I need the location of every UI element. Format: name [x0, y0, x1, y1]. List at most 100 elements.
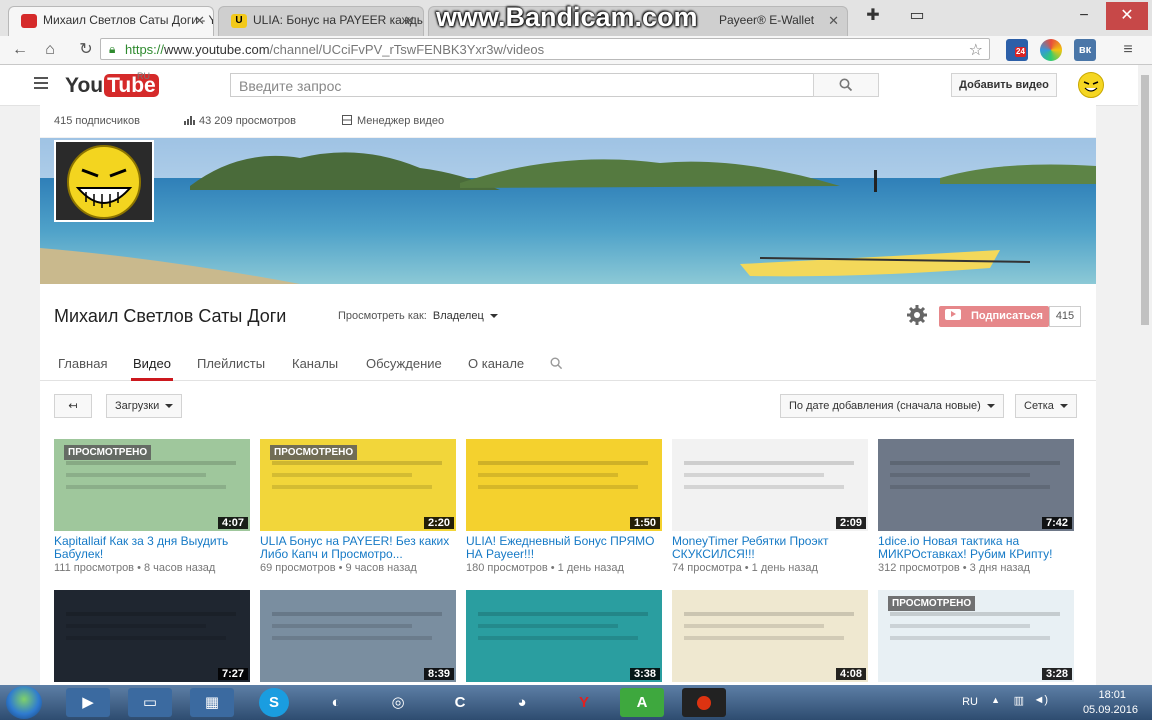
- search-button[interactable]: [813, 73, 879, 97]
- channel-avatar[interactable]: [54, 140, 154, 222]
- subscribe-button[interactable]: Подписаться: [939, 306, 1049, 327]
- tab-about[interactable]: О канале: [468, 356, 524, 371]
- close-tab-icon[interactable]: ✕: [194, 13, 205, 29]
- extension-icon[interactable]: 24: [1006, 39, 1028, 61]
- extension-color-icon[interactable]: [1040, 39, 1062, 61]
- tab-channels[interactable]: Каналы: [292, 356, 338, 371]
- video-meta: 69 просмотров • 9 часов назад: [260, 562, 417, 574]
- video-thumbnail[interactable]: 2:09: [672, 439, 868, 531]
- scrollbar-thumb[interactable]: [1141, 75, 1149, 325]
- bandicam-record-icon[interactable]: [682, 688, 726, 717]
- file-explorer-icon[interactable]: ▭: [128, 688, 172, 717]
- opera-icon[interactable]: ◎: [376, 688, 420, 717]
- video-card[interactable]: ПРОСМОТРЕНО 4:07 Kapitallaif Как за 3 дня …: [54, 439, 250, 574]
- video-card[interactable]: 3:38: [466, 590, 662, 682]
- clock-date[interactable]: 05.09.2016: [1083, 704, 1138, 716]
- account-avatar[interactable]: [1078, 72, 1104, 98]
- video-thumbnail[interactable]: 3:38: [466, 590, 662, 682]
- uploads-dropdown[interactable]: Загрузки: [106, 394, 183, 418]
- clock-time[interactable]: 18:01: [1098, 689, 1126, 701]
- page-scrollbar[interactable]: [1138, 65, 1152, 685]
- tab-discussion[interactable]: Обсуждение: [366, 356, 442, 371]
- guide-menu-icon[interactable]: [34, 77, 48, 89]
- masthead: YouTubeRU Добавить видео: [0, 65, 1138, 106]
- home-icon[interactable]: ⌂: [38, 38, 62, 62]
- video-thumbnail[interactable]: 1:50: [466, 439, 662, 531]
- youtube-favicon-icon: [21, 14, 37, 28]
- media-player-icon[interactable]: ▶: [66, 688, 110, 717]
- tab-youtube-channel[interactable]: Михаил Светлов Саты Доги - Y ✕: [8, 6, 214, 36]
- ccleaner-icon[interactable]: C: [438, 688, 482, 717]
- youtube-logo[interactable]: You Tube RU: [65, 71, 159, 98]
- extension-badge: 24: [1015, 47, 1026, 57]
- view-as-selector[interactable]: Просмотреть как: Владелец: [338, 310, 498, 322]
- video-thumbnail[interactable]: ПРОСМОТРЕНО 2:20: [260, 439, 456, 531]
- video-age: 1 день назад: [751, 562, 818, 574]
- network-icon[interactable]: ▥: [1014, 694, 1024, 707]
- video-meta: 74 просмотра • 1 день назад: [672, 562, 818, 574]
- video-title[interactable]: ULIA Бонус на PAYEER! Без каких Либо Кап…: [260, 535, 456, 561]
- video-thumbnail[interactable]: ПРОСМОТРЕНО 3:28: [878, 590, 1074, 682]
- close-tab-icon[interactable]: ✕: [404, 13, 415, 29]
- search-icon: [839, 78, 853, 92]
- add-video-button[interactable]: Добавить видео: [951, 73, 1057, 97]
- sort-dropdown[interactable]: По дате добавления (сначала новые): [780, 394, 1004, 418]
- new-tab-plus-icon[interactable]: ✚: [852, 2, 894, 30]
- tab-playlists[interactable]: Плейлисты: [197, 356, 265, 371]
- language-indicator[interactable]: RU: [962, 696, 978, 708]
- bookmark-star-icon[interactable]: ☆: [969, 40, 983, 60]
- video-title[interactable]: ULIA! Ежедневный Бонус ПРЯМО НА Payeer!!…: [466, 535, 662, 561]
- video-title[interactable]: Kapitallaif Как за 3 дня Выудить Бабулек…: [54, 535, 250, 561]
- skype-icon[interactable]: S: [259, 688, 289, 717]
- chrome-icon[interactable]: ◕: [500, 688, 544, 717]
- video-card[interactable]: 4:08: [672, 590, 868, 682]
- minimize-window-icon[interactable]: −: [1063, 2, 1105, 30]
- search-box[interactable]: [230, 73, 814, 97]
- reload-icon[interactable]: ↻: [74, 38, 98, 62]
- video-thumbnail[interactable]: 7:42: [878, 439, 1074, 531]
- video-card[interactable]: 7:42 1dice.io Новая тактика на МИКРОставк…: [878, 439, 1074, 574]
- video-title[interactable]: MoneyTimer Ребятки Проэкт СКУКСИЛСЯ!!!: [672, 535, 868, 561]
- vk-extension-icon[interactable]: вк: [1074, 39, 1096, 61]
- restore-window-icon[interactable]: ▭: [896, 2, 938, 30]
- video-thumbnail[interactable]: 7:27: [54, 590, 250, 682]
- globe-app-icon[interactable]: ◐: [314, 688, 358, 717]
- video-thumbnail[interactable]: 8:39: [260, 590, 456, 682]
- tab-ulia-bonus[interactable]: U ULIA: Бонус на PAYEER кажды ✕: [218, 6, 424, 36]
- view-as-value: Владелец: [432, 310, 484, 322]
- video-card[interactable]: 2:09 MoneyTimer Ребятки Проэкт СКУКСИЛСЯ!…: [672, 439, 868, 574]
- video-card[interactable]: 7:27: [54, 590, 250, 682]
- channel-search-icon[interactable]: [550, 357, 563, 370]
- video-title[interactable]: 1dice.io Новая тактика на МИКРОставках! …: [878, 535, 1074, 561]
- url-field[interactable]: 🔒︎ https://www.youtube.com/channel/UCciF…: [100, 38, 990, 60]
- browser-menu-icon[interactable]: ≡: [1116, 38, 1140, 62]
- view-mode-dropdown[interactable]: Сетка: [1015, 394, 1077, 418]
- video-card[interactable]: ПРОСМОТРЕНО 2:20 ULIA Бонус на PAYEER! Без…: [260, 439, 456, 574]
- green-app-icon[interactable]: A: [620, 688, 664, 717]
- volume-icon[interactable]: ◄): [1033, 694, 1048, 706]
- views-stat[interactable]: 43 209 просмотров: [184, 115, 296, 127]
- bar-chart-icon: [184, 116, 195, 125]
- video-thumbnail[interactable]: 4:08: [672, 590, 868, 682]
- tab-videos[interactable]: Видео: [131, 356, 173, 381]
- youtube-play-icon: [945, 309, 961, 320]
- video-card[interactable]: ПРОСМОТРЕНО 3:28: [878, 590, 1074, 682]
- video-card[interactable]: 8:39: [260, 590, 456, 682]
- video-manager-link[interactable]: Менеджер видео: [342, 115, 444, 127]
- tab-home[interactable]: Главная: [58, 356, 107, 371]
- channel-name[interactable]: Михаил Светлов Саты Доги: [54, 306, 286, 327]
- calculator-icon[interactable]: ▦: [190, 688, 234, 717]
- search-input[interactable]: [237, 77, 801, 95]
- video-thumbnail[interactable]: ПРОСМОТРЕНО 4:07: [54, 439, 250, 531]
- start-button[interactable]: [6, 686, 42, 719]
- close-window-icon[interactable]: ✕: [1106, 2, 1148, 30]
- yandex-browser-icon[interactable]: Y: [562, 688, 606, 717]
- back-to-channel-button[interactable]: ↤: [54, 394, 92, 418]
- video-age: 1 день назад: [557, 562, 624, 574]
- back-arrow-icon[interactable]: ←: [8, 38, 32, 62]
- tray-expand-icon[interactable]: ▲: [991, 695, 1000, 705]
- video-card[interactable]: 1:50 ULIA! Ежедневный Бонус ПРЯМО НА Paye…: [466, 439, 662, 574]
- close-tab-icon[interactable]: ✕: [828, 13, 839, 29]
- gear-icon[interactable]: [906, 304, 928, 326]
- watched-badge: ПРОСМОТРЕНО: [888, 596, 976, 611]
